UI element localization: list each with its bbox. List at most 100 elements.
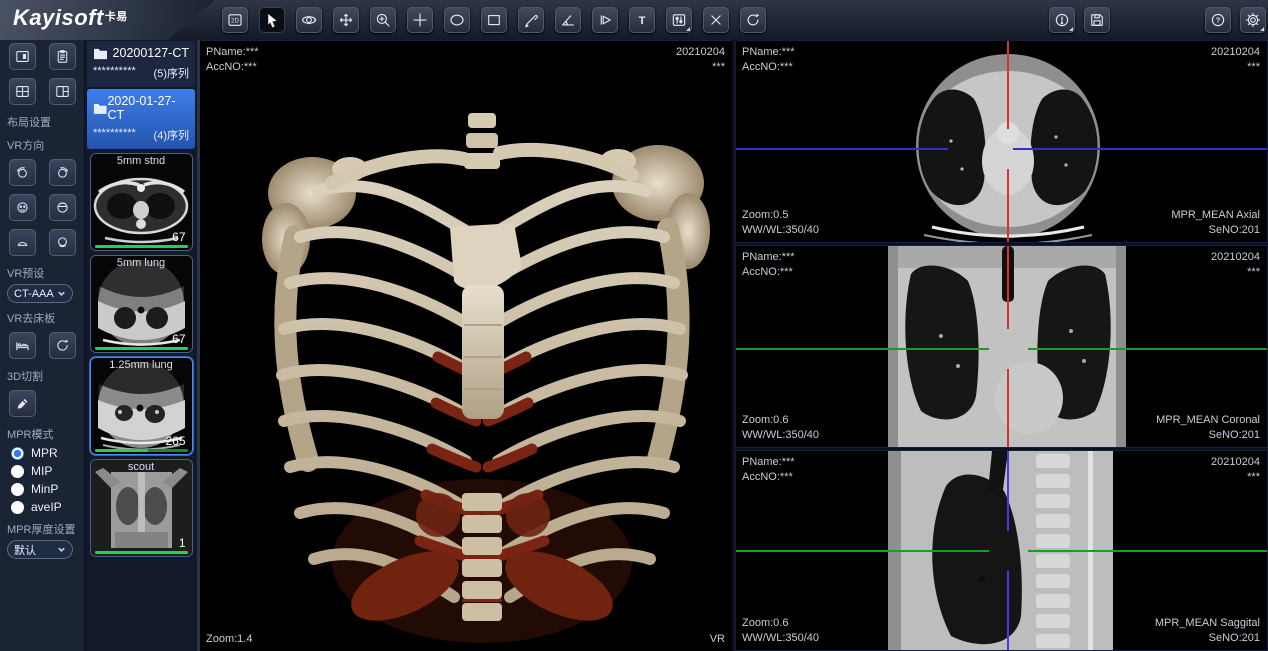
vr-zoom-overlay: Zoom:1.4 [206, 632, 252, 647]
series-panel: 20200127-CT ********** (5)序列 2020-01-27-… [85, 40, 197, 651]
vr-viewport[interactable]: PName:*** AccNO:*** 20210204 *** Zoom:1.… [200, 40, 732, 651]
rect-roi-button[interactable] [481, 7, 507, 33]
thumbnail-image-count: 67 [172, 332, 185, 346]
seno-text: SeNO:201 [1155, 631, 1260, 646]
axial-patient-overlay: PName:*** AccNO:*** [742, 45, 795, 75]
axial-vertical-reference-line[interactable] [1007, 41, 1009, 129]
measure-angle-button[interactable] [555, 7, 581, 33]
mpr-thickness-value: 默认 [14, 542, 36, 558]
vr-face-front-icon [14, 199, 31, 216]
mpr-axial-viewport[interactable]: PName:*** AccNO:*** 20210204 *** Zoom:0.… [735, 40, 1268, 243]
coronal-vertical-reference-line[interactable] [1007, 246, 1009, 329]
report-icon [54, 48, 71, 65]
info-button[interactable] [1049, 7, 1075, 33]
wwwl-text: WW/WL:350/40 [742, 631, 819, 646]
rectangle-icon [485, 11, 503, 29]
vr-view-top-button[interactable] [9, 229, 36, 256]
dicom-viewer-app: Kayisoft卡易 2D [0, 0, 1268, 651]
play-icon [596, 11, 614, 29]
svg-text:2D: 2D [231, 19, 239, 25]
axial-vertical-reference-line[interactable] [1007, 169, 1009, 242]
ellipse-roi-button[interactable] [444, 7, 470, 33]
remove-bed-button[interactable] [9, 332, 36, 359]
app-logo: Kayisoft卡易 [13, 5, 128, 31]
folder-open-icon [93, 102, 107, 115]
bed-icon [14, 337, 31, 354]
vr-head-bottom-icon [54, 234, 71, 251]
vr-preset-label: VR预设 [7, 265, 84, 281]
study-item[interactable]: 20200127-CT ********** (5)序列 [87, 41, 195, 87]
mpr-mode-option-mip[interactable]: MIP [11, 464, 84, 478]
thumbnail-label: 1.25mm lung [91, 359, 192, 371]
layout-report-button[interactable] [49, 43, 76, 70]
sagittal-horizontal-reference-line[interactable] [1028, 550, 1267, 552]
series-thumbnail-125mm-lung[interactable]: 1.25mm lung 265 [90, 357, 193, 455]
cine-play-button[interactable] [592, 7, 618, 33]
axial-horizontal-reference-line[interactable] [736, 148, 948, 150]
text-annotation-button[interactable]: T [629, 7, 655, 33]
help-button[interactable]: ? [1205, 7, 1231, 33]
vr-head-bottom-button[interactable] [49, 229, 76, 256]
stars-text: *** [676, 60, 725, 75]
study-date-text: 20210204 [1211, 455, 1260, 470]
sagittal-vertical-reference-line[interactable] [1007, 571, 1009, 650]
delete-button[interactable] [703, 7, 729, 33]
bed-reset-button[interactable] [49, 332, 76, 359]
scalpel-button[interactable] [9, 390, 36, 417]
window-level-button[interactable] [666, 7, 692, 33]
radio-label: aveIP [31, 500, 62, 514]
study-item-selected[interactable]: 2020-01-27-CT ********** (4)序列 [87, 89, 195, 149]
crosshair-button[interactable] [407, 7, 433, 33]
mpr-coronal-viewport[interactable]: PName:*** AccNO:*** 20210204 *** Zoom:0.… [735, 245, 1268, 448]
text-icon: T [633, 11, 651, 29]
vr-rotate-left-button[interactable] [9, 159, 36, 186]
settings-button[interactable] [1240, 7, 1266, 33]
layout-single-button[interactable] [9, 43, 36, 70]
mpr-thickness-select[interactable]: 默认 [7, 540, 73, 559]
mpr-mode-option-minp[interactable]: MinP [11, 482, 84, 496]
reset-icon [54, 337, 71, 354]
layout-grid4-button[interactable] [9, 78, 36, 105]
study-date-text: 20210204 [1211, 45, 1260, 60]
axial-horizontal-reference-line[interactable] [1013, 148, 1267, 150]
zoom-button[interactable] [370, 7, 396, 33]
layout-1-2-button[interactable] [49, 78, 76, 105]
radio-icon [11, 501, 24, 514]
sagittal-label-overlay: MPR_MEAN Saggital SeNO:201 [1155, 616, 1260, 646]
series-thumbnail-5mm-lung[interactable]: 5mm lung 67 [90, 255, 193, 353]
series-thumbnail-scout[interactable]: scout 1 [90, 459, 193, 557]
secondary-tool-group [1049, 7, 1110, 33]
mpr-mode-option-aveip[interactable]: aveIP [11, 500, 84, 514]
thumbnail-image-count: 67 [172, 230, 185, 244]
zoom-text: Zoom:0.6 [742, 616, 819, 631]
mpr-mode-option-mpr[interactable]: MPR [11, 446, 84, 460]
thumbnail-progress-bar [95, 449, 188, 452]
vr-view-back-button[interactable] [49, 194, 76, 221]
reset-button[interactable] [740, 7, 766, 33]
rotate-3d-button[interactable] [296, 7, 322, 33]
sagittal-horizontal-reference-line[interactable] [736, 550, 989, 552]
vr-view-front-button[interactable] [9, 194, 36, 221]
vr-rotate-right-button[interactable] [49, 159, 76, 186]
vr-preset-select[interactable]: CT-AAA [7, 284, 73, 303]
study-masked-id: ********** [93, 65, 136, 81]
sagittal-zoom-overlay: Zoom:0.6 WW/WL:350/40 [742, 616, 819, 646]
measure-length-button[interactable] [518, 7, 544, 33]
series-thumbnail-5mm-stnd[interactable]: 5mm stnd 67 [90, 153, 193, 251]
save-button[interactable] [1084, 7, 1110, 33]
pname-text: PName:*** [742, 455, 795, 470]
coronal-horizontal-reference-line[interactable] [736, 348, 989, 350]
angle-icon [559, 11, 577, 29]
coronal-vertical-reference-line[interactable] [1007, 369, 1009, 447]
radio-label: MPR [31, 446, 58, 460]
mpr-mode-label: MPR模式 [7, 426, 84, 442]
mpr-sagittal-viewport[interactable]: PName:*** AccNO:*** 20210204 *** Zoom:0.… [735, 450, 1268, 651]
right-tool-group: ? [1205, 7, 1266, 33]
pan-button[interactable] [333, 7, 359, 33]
sagittal-vertical-reference-line[interactable] [1007, 451, 1009, 531]
axial-zoom-overlay: Zoom:0.5 WW/WL:350/40 [742, 208, 819, 238]
2d-layout-button[interactable]: 2D [222, 7, 248, 33]
coronal-horizontal-reference-line[interactable] [1028, 348, 1267, 350]
select-cursor-button[interactable] [259, 7, 285, 33]
grid-2x2-icon [14, 83, 31, 100]
